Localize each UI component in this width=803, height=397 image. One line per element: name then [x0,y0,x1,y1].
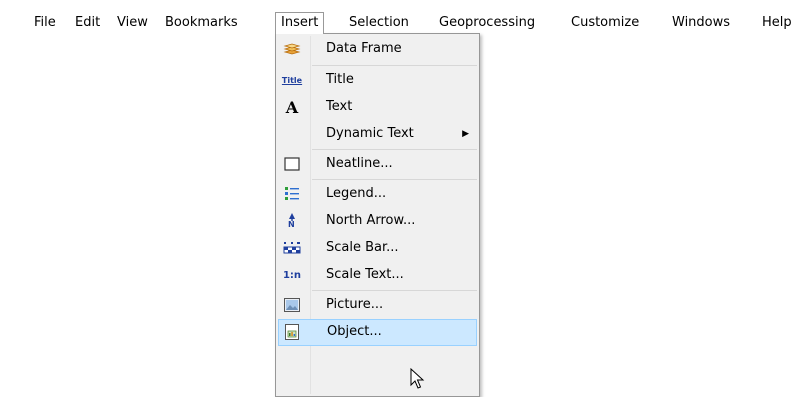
data-frame-icon [283,40,301,58]
north-arrow-icon: N [283,212,301,230]
text-icon: A [283,97,301,117]
insert-dropdown-menu: Data Frame Title Title A Text Dynamic Te… [275,33,480,397]
menu-insert[interactable]: Insert [275,12,325,34]
object-icon [283,323,301,341]
menu-item-label: Legend... [326,186,387,201]
neatline-icon [283,155,301,173]
menu-separator [312,290,477,291]
menu-file[interactable]: File [28,12,62,34]
menu-item-label: Scale Bar... [326,240,399,255]
menu-item-scale-text[interactable]: 1:n Scale Text... [278,262,477,288]
menu-bar: File Edit View Bookmarks Insert Selectio… [0,0,803,34]
menu-item-north-arrow[interactable]: N North Arrow... [278,208,477,234]
north-arrow-letter: N [288,220,295,229]
menu-item-neatline[interactable]: Neatline... [278,151,477,177]
menu-edit[interactable]: Edit [69,12,106,34]
menu-view[interactable]: View [111,12,154,34]
menu-item-text[interactable]: A Text [278,94,477,120]
menu-geoprocessing[interactable]: Geoprocessing [433,12,541,34]
menu-item-label: Text [326,99,353,114]
text-icon-glyph: A [285,97,299,117]
menu-separator [312,65,477,66]
menu-item-label: Picture... [326,297,384,312]
menu-item-label: Object... [327,324,382,339]
picture-icon [283,296,301,314]
menu-item-dynamic-text[interactable]: Dynamic Text ▶ [278,121,477,147]
scale-bar-icon [283,239,301,257]
scale-text-icon: 1:n [283,266,301,284]
menu-item-scale-bar[interactable]: Scale Bar... [278,235,477,261]
menu-item-label: Title [326,72,354,87]
mouse-cursor-icon [410,367,426,394]
menu-item-label: Dynamic Text [326,126,414,141]
legend-icon [283,185,301,203]
menu-separator [312,149,477,150]
menu-bookmarks[interactable]: Bookmarks [159,12,244,34]
menu-windows[interactable]: Windows [666,12,736,34]
menu-item-title[interactable]: Title Title [278,67,477,93]
menu-item-legend[interactable]: Legend... [278,181,477,207]
title-icon-text: Title [281,75,303,85]
menu-item-label: North Arrow... [326,213,416,228]
scale-text-icon-text: 1:n [282,269,302,281]
menu-customize[interactable]: Customize [565,12,645,34]
title-icon: Title [281,71,303,89]
menu-item-picture[interactable]: Picture... [278,292,477,318]
menu-help[interactable]: Help [756,12,798,34]
menu-item-label: Scale Text... [326,267,404,282]
menu-item-object[interactable]: Object... [278,319,477,346]
menu-selection[interactable]: Selection [343,12,415,34]
menu-separator [312,179,477,180]
menu-item-label: Data Frame [326,41,402,56]
submenu-arrow-icon: ▶ [462,129,469,139]
menu-item-label: Neatline... [326,156,393,171]
menu-item-data-frame[interactable]: Data Frame [278,36,477,62]
